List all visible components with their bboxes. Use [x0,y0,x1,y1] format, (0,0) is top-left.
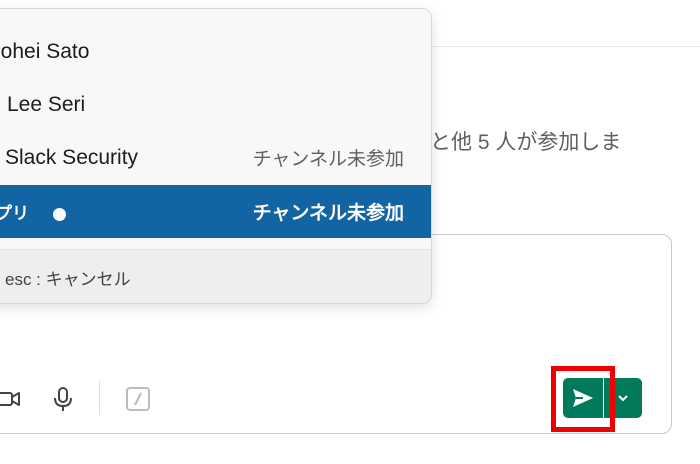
video-icon[interactable] [0,383,25,415]
channel-members-text: と他 5 人が参加しま [430,131,622,154]
menu-item-name: Lee Seri [7,92,86,116]
status-dot [53,208,66,222]
chevron-down-icon [618,395,628,402]
menu-item-name: Slack Security [5,145,139,169]
menu-item-user[interactable]: nohei Sato [0,25,431,78]
menu-item-name: プリ [0,204,29,223]
menu-item-selected[interactable]: プリ チャンネル未参加 [0,185,431,238]
toolbar-separator [99,381,100,415]
menu-item-status: チャンネル未参加 [252,149,404,170]
menu-item-status: チャンネル未参加 [252,203,404,224]
mention-autocomplete-menu: nohei Sato Lee Seri Slack Security チャンネル… [0,8,432,304]
header-divider [430,46,700,47]
menu-item-user[interactable]: Slack Security チャンネル未参加 [0,131,431,184]
menu-footer-hint: esc : キャンセル [5,270,131,289]
menu-item-user[interactable]: Lee Seri [0,78,431,131]
send-button[interactable] [563,378,603,418]
menu-item-name: nohei Sato [0,39,90,63]
microphone-icon[interactable] [47,383,79,415]
send-options-button[interactable] [604,378,642,418]
menu-footer: esc : キャンセル [0,249,431,303]
send-icon [573,389,593,407]
slash-command-icon[interactable] [122,383,154,415]
